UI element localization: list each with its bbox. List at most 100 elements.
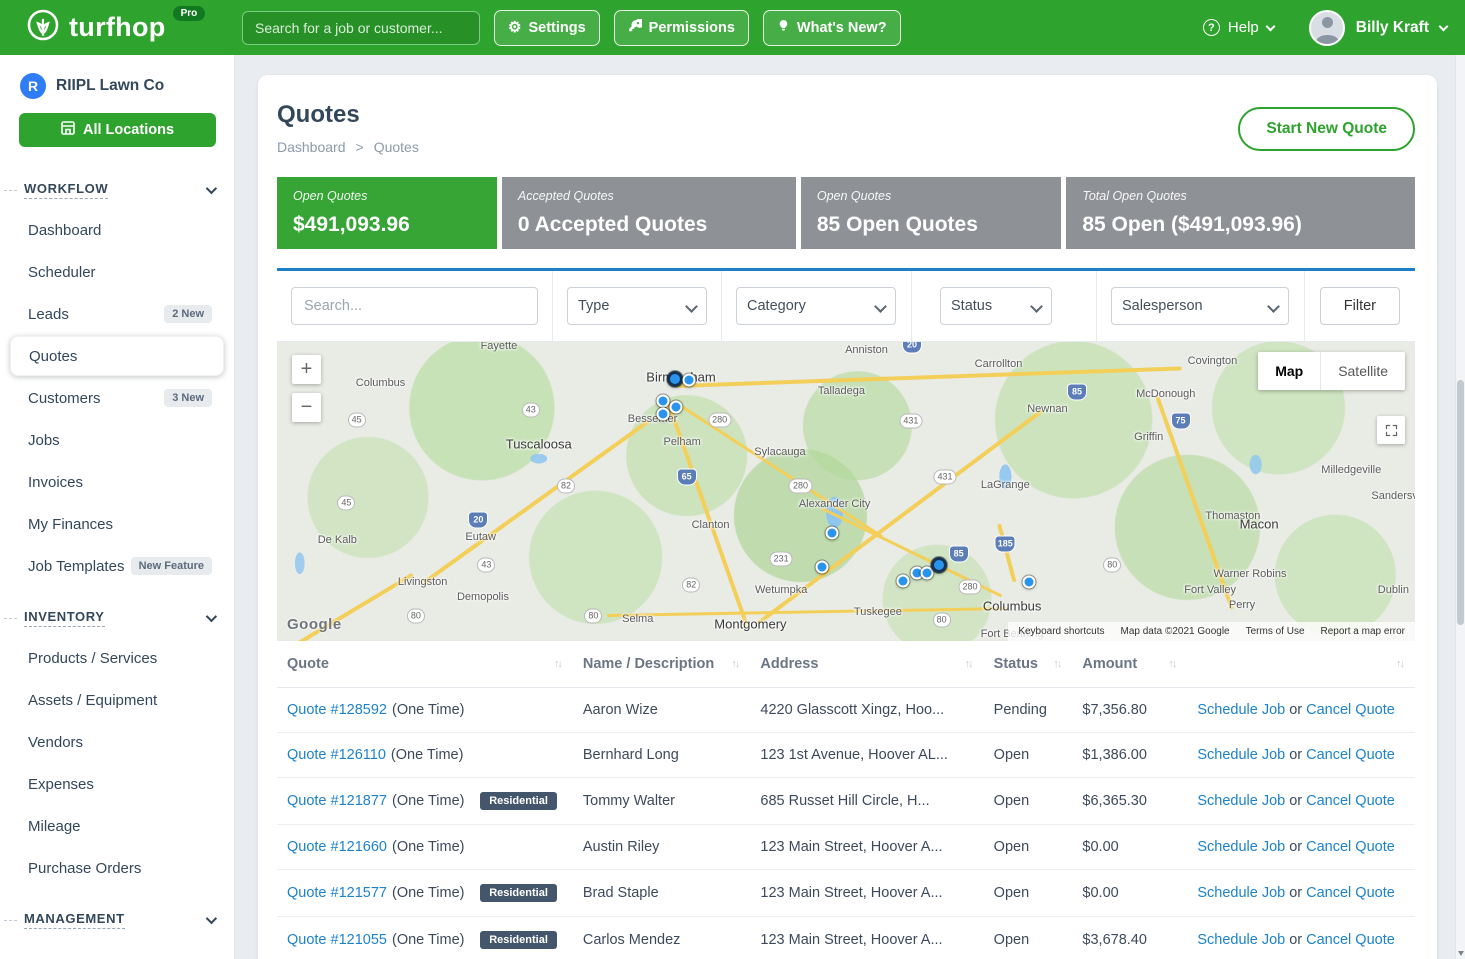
sort-icon[interactable]	[965, 658, 974, 670]
section-label: INVENTORY	[24, 609, 105, 627]
schedule-job-link[interactable]: Schedule Job	[1197, 932, 1285, 948]
sort-icon[interactable]	[1396, 658, 1405, 670]
map-marker[interactable]	[1023, 576, 1036, 589]
breadcrumb-dashboard-link[interactable]: Dashboard	[277, 139, 346, 155]
schedule-job-link[interactable]: Schedule Job	[1197, 839, 1285, 855]
fullscreen-icon	[1384, 423, 1399, 438]
scrollbar-down-arrow-icon[interactable]	[1458, 951, 1464, 956]
zoom-out-button[interactable]	[292, 393, 321, 422]
sidebar-item-label: Dashboard	[28, 222, 101, 239]
shield-number: 280	[963, 582, 978, 591]
status-select[interactable]: Status	[940, 287, 1052, 325]
quote-address: 123 Main Street, Hoover A...	[750, 870, 983, 917]
breadcrumb-current: Quotes	[374, 139, 419, 155]
map-footer-link[interactable]: Keyboard shortcuts	[1018, 626, 1104, 637]
type-select[interactable]: Type	[567, 287, 707, 325]
quote-link[interactable]: Quote #121877	[287, 793, 387, 809]
quote-link[interactable]: Quote #126110	[287, 747, 386, 763]
cancel-quote-link[interactable]: Cancel Quote	[1306, 839, 1395, 855]
help-menu[interactable]: Help	[1203, 19, 1274, 36]
sidebar-item[interactable]: Expenses	[0, 763, 234, 805]
permissions-button[interactable]: Permissions	[614, 10, 749, 46]
sidebar-item[interactable]: Job Templates New Feature	[0, 545, 234, 587]
vertical-scrollbar[interactable]	[1455, 55, 1465, 959]
schedule-job-link[interactable]: Schedule Job	[1197, 885, 1285, 901]
customer-name: Tommy Walter	[573, 778, 751, 825]
sidebar-item[interactable]: Vendors	[0, 721, 234, 763]
settings-button[interactable]: ⚙ Settings	[494, 10, 600, 46]
sidebar-item[interactable]: Jobs	[0, 419, 234, 461]
schedule-job-link[interactable]: Schedule Job	[1197, 793, 1285, 809]
category-select[interactable]: Category	[736, 287, 896, 325]
map-marker[interactable]	[682, 373, 695, 386]
schedule-job-link[interactable]: Schedule Job	[1197, 702, 1285, 718]
quote-status: Open	[984, 778, 1073, 825]
sidebar-item[interactable]: Mileage	[0, 805, 234, 847]
map-marker[interactable]	[656, 408, 669, 421]
sidebar-item[interactable]: Quotes	[10, 336, 224, 376]
sort-icon[interactable]	[731, 658, 740, 670]
google-logo[interactable]: Google	[287, 616, 342, 633]
company-row[interactable]: R RIIPL Lawn Co	[0, 73, 234, 99]
sort-icon[interactable]	[1053, 658, 1062, 670]
salesperson-select[interactable]: Salesperson	[1111, 287, 1289, 325]
map-marker[interactable]	[667, 371, 683, 387]
nav-section-management[interactable]: MANAGEMENT	[0, 901, 234, 939]
quote-link[interactable]: Quote #121055	[287, 932, 387, 948]
sort-icon[interactable]	[554, 658, 563, 670]
sidebar-item[interactable]: Invoices	[0, 461, 234, 503]
map[interactable]: 20 20 65 85 85 185 75 45	[277, 342, 1415, 641]
turfhop-logo[interactable]: turfhop Pro	[26, 8, 242, 47]
column-header: Amount	[1072, 641, 1187, 688]
map-marker[interactable]	[816, 561, 829, 574]
quote-link[interactable]: Quote #128592	[287, 702, 387, 718]
cancel-quote-link[interactable]: Cancel Quote	[1306, 932, 1395, 948]
start-new-quote-button[interactable]: Start New Quote	[1238, 107, 1415, 151]
fullscreen-button[interactable]	[1377, 416, 1405, 444]
nav-section-inventory[interactable]: INVENTORY	[0, 599, 234, 637]
sidebar-item[interactable]: Products / Services	[0, 637, 234, 679]
filter-button[interactable]: Filter	[1320, 287, 1400, 325]
shield-number: 20	[907, 342, 917, 349]
topbar-search-input[interactable]	[242, 11, 480, 45]
zoom-in-button[interactable]	[292, 355, 321, 384]
sidebar-item[interactable]: Dashboard	[0, 209, 234, 251]
map-marker[interactable]	[656, 394, 669, 407]
sidebar-item[interactable]: Scheduler	[0, 251, 234, 293]
map-footer-link[interactable]: Report a map error	[1321, 626, 1405, 637]
sidebar-item[interactable]: Customers 3 New	[0, 377, 234, 419]
map-marker[interactable]	[896, 574, 909, 587]
whats-new-button[interactable]: What's New?	[763, 10, 901, 46]
sidebar-item[interactable]: My Finances	[0, 503, 234, 545]
quote-link[interactable]: Quote #121577	[287, 885, 387, 901]
schedule-job-link[interactable]: Schedule Job	[1197, 747, 1285, 763]
sidebar-item[interactable]: Assets / Equipment	[0, 679, 234, 721]
user-avatar[interactable]	[1309, 10, 1345, 46]
quote-link[interactable]: Quote #121660	[287, 839, 387, 855]
scrollbar-thumb[interactable]	[1457, 380, 1464, 624]
map-marker[interactable]	[670, 400, 683, 413]
quotes-search-input[interactable]	[291, 287, 538, 325]
road-shield: 20	[468, 511, 488, 528]
road-shield: 85	[949, 545, 969, 562]
sidebar-item[interactable]: Leads 2 New	[0, 293, 234, 335]
nav-section-reports[interactable]: REPORTS	[0, 951, 234, 959]
sort-icon[interactable]	[1168, 658, 1177, 670]
all-locations-button[interactable]: All Locations	[19, 113, 216, 147]
topbar-right: Help Billy Kraft	[1203, 10, 1447, 46]
map-marker[interactable]	[931, 557, 947, 573]
map-footer-link[interactable]: Terms of Use	[1246, 626, 1305, 637]
cancel-quote-link[interactable]: Cancel Quote	[1306, 747, 1395, 763]
user-menu-chevron-icon[interactable]	[1439, 21, 1449, 31]
table-row: Quote #121660 (One Time) Austin Riley 12…	[277, 825, 1415, 870]
map-marker[interactable]	[826, 527, 839, 540]
map-button[interactable]: Map	[1258, 352, 1320, 390]
map-footer-link[interactable]: Map data ©2021 Google	[1120, 626, 1229, 637]
user-name[interactable]: Billy Kraft	[1356, 19, 1429, 37]
sidebar-item[interactable]: Purchase Orders	[0, 847, 234, 889]
cancel-quote-link[interactable]: Cancel Quote	[1306, 702, 1395, 718]
cancel-quote-link[interactable]: Cancel Quote	[1306, 885, 1395, 901]
satellite-button[interactable]: Satellite	[1320, 352, 1405, 390]
nav-section-workflow[interactable]: WORKFLOW	[0, 171, 234, 209]
cancel-quote-link[interactable]: Cancel Quote	[1306, 793, 1395, 809]
